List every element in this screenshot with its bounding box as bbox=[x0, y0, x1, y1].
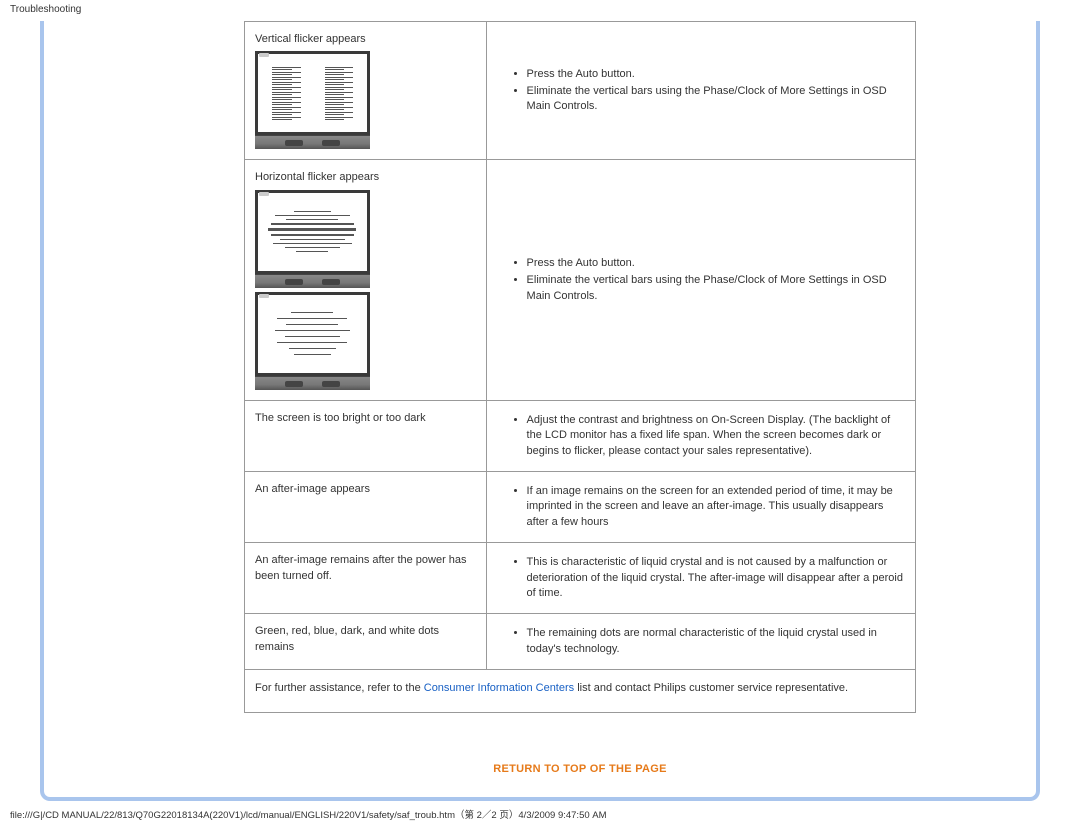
problem-cell: The screen is too bright or too dark bbox=[245, 400, 487, 471]
table-row: The screen is too bright or too dark Adj… bbox=[245, 400, 916, 471]
solution-list: Press the Auto button. Eliminate the ver… bbox=[497, 256, 905, 304]
solution-list: If an image remains on the screen for an… bbox=[497, 484, 905, 530]
table-row: An after-image appears If an image remai… bbox=[245, 471, 916, 542]
file-path-status: file:///G|/CD MANUAL/22/813/Q70G22018134… bbox=[0, 801, 1080, 827]
list-item: If an image remains on the screen for an… bbox=[527, 484, 905, 530]
horizontal-flicker-icon bbox=[258, 193, 367, 271]
solution-cell: Adjust the contrast and brightness on On… bbox=[486, 400, 915, 471]
monitor-illustration-horizontal-a bbox=[255, 190, 370, 288]
list-item: Adjust the contrast and brightness on On… bbox=[527, 413, 905, 459]
monitor-illustration-horizontal-b bbox=[255, 292, 370, 390]
content-area: Vertical flicker appears Press the bbox=[244, 21, 916, 775]
consumer-info-link[interactable]: Consumer Information Centers bbox=[424, 682, 574, 694]
solution-list: Press the Auto button. Eliminate the ver… bbox=[497, 67, 905, 115]
page-frame: Vertical flicker appears Press the bbox=[40, 21, 1040, 801]
solution-list: Adjust the contrast and brightness on On… bbox=[497, 413, 905, 459]
solution-cell: Press the Auto button. Eliminate the ver… bbox=[486, 160, 915, 400]
troubleshooting-table: Vertical flicker appears Press the bbox=[244, 21, 916, 670]
list-item: This is characteristic of liquid crystal… bbox=[527, 555, 905, 601]
solution-list: This is characteristic of liquid crystal… bbox=[497, 555, 905, 601]
footer-suffix: list and contact Philips customer servic… bbox=[574, 682, 848, 694]
list-item: Eliminate the vertical bars using the Ph… bbox=[527, 84, 905, 115]
solution-cell: Press the Auto button. Eliminate the ver… bbox=[486, 22, 915, 160]
table-row: An after-image remains after the power h… bbox=[245, 543, 916, 614]
problem-text: Vertical flicker appears bbox=[255, 32, 476, 47]
table-row: Horizontal flicker appears bbox=[245, 160, 916, 400]
problem-cell: Green, red, blue, dark, and white dots r… bbox=[245, 614, 487, 670]
list-item: Press the Auto button. bbox=[527, 256, 905, 271]
footer-note: For further assistance, refer to the Con… bbox=[244, 670, 916, 713]
footer-prefix: For further assistance, refer to the bbox=[255, 682, 424, 694]
table-row: Green, red, blue, dark, and white dots r… bbox=[245, 614, 916, 670]
solution-cell: If an image remains on the screen for an… bbox=[486, 471, 915, 542]
solution-list: The remaining dots are normal characteri… bbox=[497, 626, 905, 657]
problem-cell: An after-image remains after the power h… bbox=[245, 543, 487, 614]
list-item: The remaining dots are normal characteri… bbox=[527, 626, 905, 657]
list-item: Eliminate the vertical bars using the Ph… bbox=[527, 273, 905, 304]
vertical-flicker-icon bbox=[258, 54, 367, 132]
problem-text: Horizontal flicker appears bbox=[255, 170, 476, 185]
return-to-top-link[interactable]: RETURN TO TOP OF THE PAGE bbox=[244, 763, 916, 775]
monitor-illustration-vertical bbox=[255, 51, 370, 149]
problem-cell: Horizontal flicker appears bbox=[245, 160, 487, 400]
horizontal-flicker-icon bbox=[258, 295, 367, 373]
page-header: Troubleshooting bbox=[0, 0, 1080, 19]
table-row: Vertical flicker appears Press the bbox=[245, 22, 916, 160]
problem-cell: Vertical flicker appears bbox=[245, 22, 487, 160]
solution-cell: This is characteristic of liquid crystal… bbox=[486, 543, 915, 614]
list-item: Press the Auto button. bbox=[527, 67, 905, 82]
solution-cell: The remaining dots are normal characteri… bbox=[486, 614, 915, 670]
problem-cell: An after-image appears bbox=[245, 471, 487, 542]
